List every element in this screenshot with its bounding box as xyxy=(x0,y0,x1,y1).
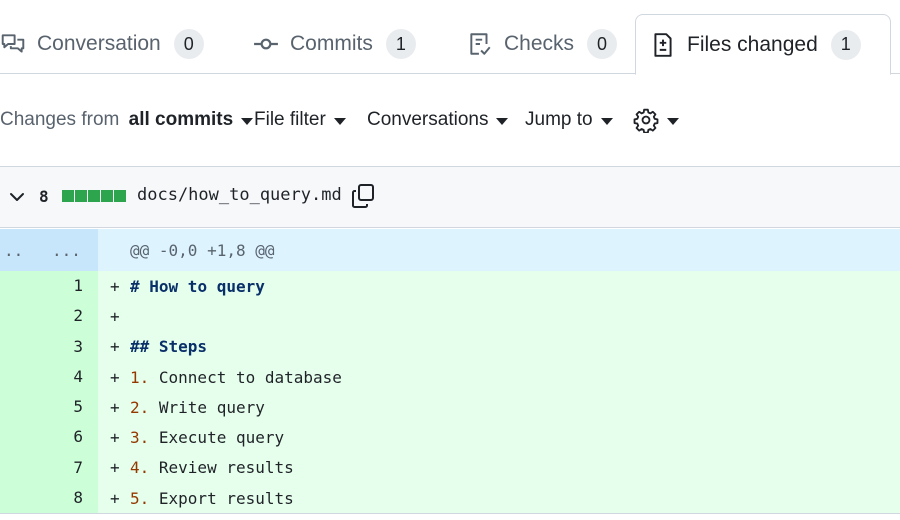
pr-tab-bar: Conversation 0 Commits 1 Checks 0 Files … xyxy=(0,0,900,75)
caret-down-icon xyxy=(496,117,509,125)
file-filter-dropdown[interactable]: File filter xyxy=(254,96,346,144)
tab-count-badge: 1 xyxy=(385,29,416,59)
markdown-marker: 1. xyxy=(130,367,150,387)
hunk-expand-gutter[interactable]: .. ... xyxy=(0,229,98,271)
code-text: Steps xyxy=(149,337,208,357)
chevron-down-icon[interactable] xyxy=(8,188,26,206)
addition-sign: + xyxy=(110,458,120,478)
diffstat-addition-block xyxy=(88,190,100,202)
hunk-gutter-left: .. xyxy=(4,241,24,260)
tab-files-changed[interactable]: Files changed 1 xyxy=(635,14,891,75)
diff-toolbar: Changes from all commits File filter Con… xyxy=(0,96,900,144)
tab-conversation[interactable]: Conversation 0 xyxy=(0,14,218,74)
addition-sign: + xyxy=(110,367,120,387)
diff-line-row: 4 +1. Connect to database xyxy=(0,361,900,393)
caret-down-icon xyxy=(241,117,254,125)
checklist-icon xyxy=(467,31,493,57)
code-text: Export results xyxy=(149,488,294,508)
line-number[interactable]: 1 xyxy=(0,271,98,302)
file-diff-icon xyxy=(650,32,676,58)
code-line: 5. Export results xyxy=(118,489,294,508)
file-header: 8 docs/how_to_query.md xyxy=(0,166,900,228)
code-text: Connect to database xyxy=(149,367,342,387)
diff-lines: 1 + # How to query 2 +3 + ## Steps 4 +1. Connect… xyxy=(0,271,900,514)
code-text: How to query xyxy=(139,276,265,296)
markdown-marker: 5. xyxy=(130,488,150,508)
line-number[interactable]: 4 xyxy=(0,361,98,393)
hunk-gutter-right: ... xyxy=(52,241,81,260)
markdown-marker: # xyxy=(130,276,140,296)
diffstat-addition-block xyxy=(101,190,113,202)
changed-lines-count: 8 xyxy=(39,187,49,206)
code-line: 2. Write query xyxy=(118,398,265,417)
divider xyxy=(0,513,900,514)
line-number[interactable]: 8 xyxy=(0,483,98,514)
tab-label: Files changed xyxy=(687,32,818,56)
code-text: Write query xyxy=(149,397,265,417)
code-line: 4. Review results xyxy=(118,458,294,477)
markdown-marker: 2. xyxy=(130,397,150,417)
line-number[interactable]: 7 xyxy=(0,452,98,484)
jump-to-label: Jump to xyxy=(525,109,593,130)
code-line: ## Steps xyxy=(118,337,207,356)
changes-from-dropdown[interactable]: Changes from all commits xyxy=(0,96,254,144)
hunk-header-text: @@ -0,0 +1,8 @@ xyxy=(130,240,275,260)
tab-label: Commits xyxy=(290,32,373,55)
diff-settings-button[interactable] xyxy=(633,96,679,144)
copy-icon[interactable] xyxy=(350,183,376,209)
line-number[interactable]: 2 xyxy=(0,301,98,332)
conversations-label: Conversations xyxy=(367,109,489,130)
tab-count-badge: 1 xyxy=(830,29,861,60)
file-filter-label: File filter xyxy=(254,109,326,130)
code-text: Review results xyxy=(149,458,294,478)
addition-sign: + xyxy=(110,488,120,508)
tab-checks[interactable]: Checks 0 xyxy=(453,14,631,74)
jump-to-dropdown[interactable]: Jump to xyxy=(525,96,613,144)
code-text: Execute query xyxy=(149,428,285,448)
caret-down-icon xyxy=(600,117,613,125)
line-number[interactable]: 6 xyxy=(0,422,98,453)
markdown-marker: 3. xyxy=(130,428,150,448)
tab-label: Conversation xyxy=(37,32,161,55)
diff-line-row: 2 + xyxy=(0,301,900,332)
tab-count-badge: 0 xyxy=(587,29,618,59)
diff-line-row: 3 + ## Steps xyxy=(0,331,900,362)
code-line: # How to query xyxy=(118,277,265,296)
tab-commits[interactable]: Commits 1 xyxy=(239,14,430,74)
addition-sign: + xyxy=(110,276,120,296)
diff-line-row: 6 +3. Execute query xyxy=(0,422,900,453)
line-number[interactable]: 3 xyxy=(0,331,98,362)
line-number[interactable]: 5 xyxy=(0,392,98,423)
diffstat-addition-block xyxy=(114,190,126,202)
caret-down-icon xyxy=(333,117,346,125)
git-commit-icon xyxy=(253,31,279,57)
hunk-header-row: .. ... @@ -0,0 +1,8 @@ xyxy=(0,229,900,271)
changes-from-label: Changes from xyxy=(0,109,125,130)
diffstat-addition-block xyxy=(62,190,74,202)
diff-line-row: 1 + # How to query xyxy=(0,271,900,302)
caret-down-icon xyxy=(667,117,679,125)
diff-line-row: 7 +4. Review results xyxy=(0,452,900,484)
addition-sign: + xyxy=(110,397,120,417)
diffstat-blocks xyxy=(62,190,126,202)
tab-label: Checks xyxy=(504,32,575,55)
diff-line-row: 8 +5. Export results xyxy=(0,483,900,514)
diff-table: .. ... @@ -0,0 +1,8 @@ 1 + # How to query 2… xyxy=(0,229,900,514)
markdown-marker: 4. xyxy=(130,458,150,478)
addition-sign: + xyxy=(110,337,120,357)
file-path-link[interactable]: docs/how_to_query.md xyxy=(137,185,342,205)
tab-count-badge: 0 xyxy=(173,29,204,59)
code-line: 3. Execute query xyxy=(118,428,284,447)
addition-sign: + xyxy=(110,428,120,448)
diffstat-addition-block xyxy=(75,190,87,202)
addition-sign: + xyxy=(110,306,120,326)
conversations-dropdown[interactable]: Conversations xyxy=(367,96,509,144)
code-line: 1. Connect to database xyxy=(118,368,342,387)
changes-from-value: all commits xyxy=(128,109,234,130)
diff-line-row: 5 +2. Write query xyxy=(0,392,900,423)
markdown-marker: ## xyxy=(130,337,150,357)
comment-discussion-icon xyxy=(0,31,26,57)
gear-icon xyxy=(633,107,659,133)
